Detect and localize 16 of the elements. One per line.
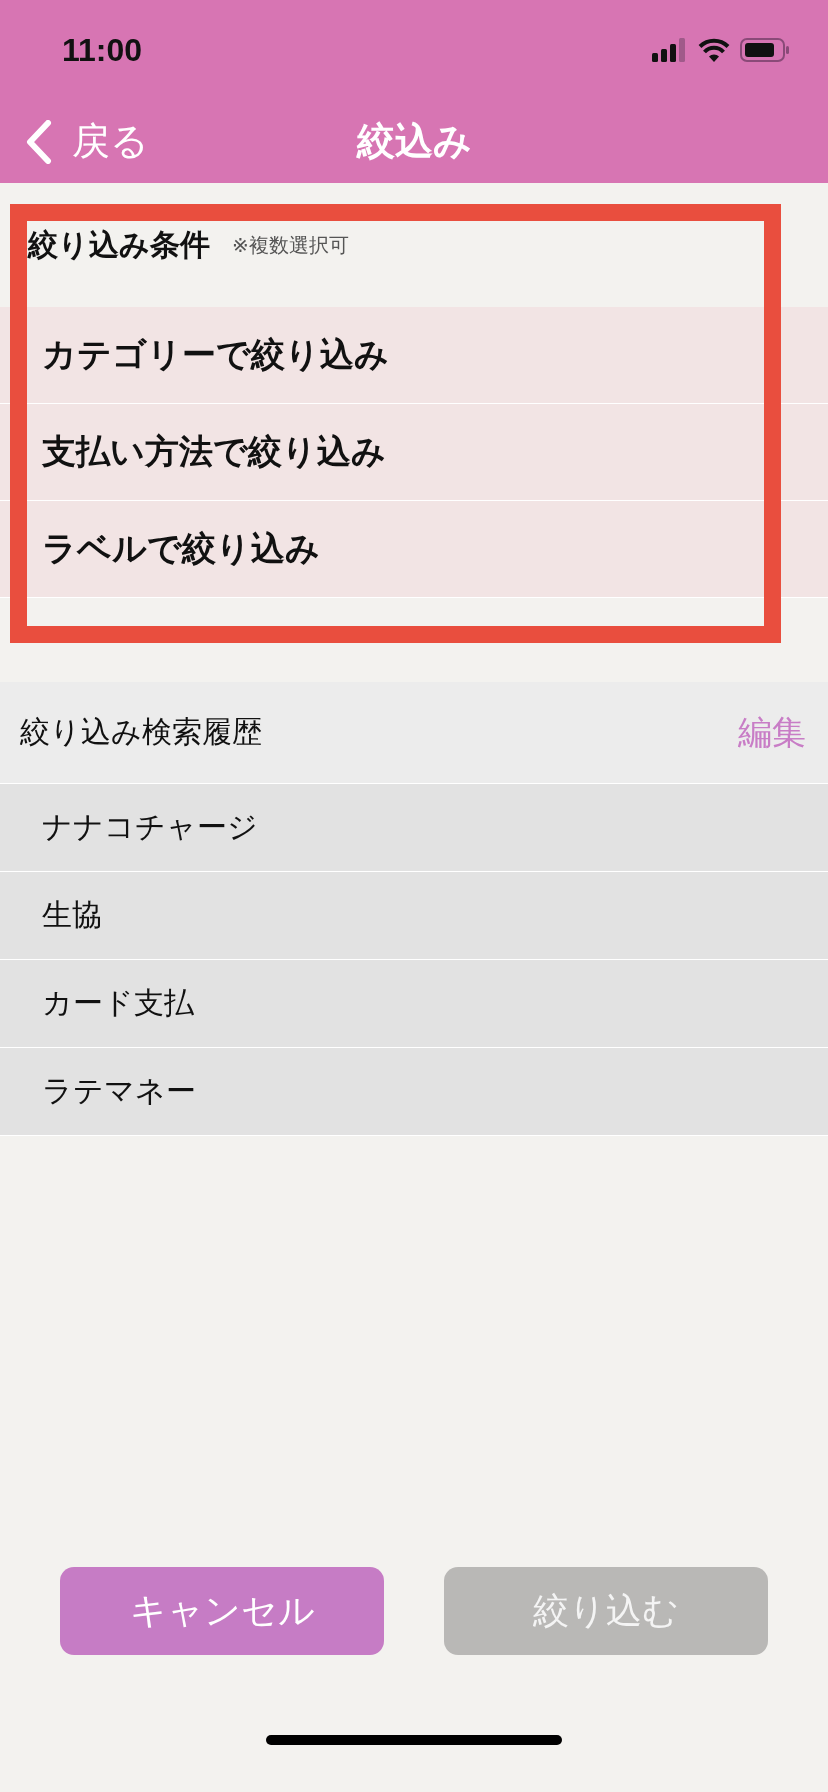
status-time: 11:00 [62, 31, 143, 69]
history-title: 絞り込み検索履歴 [20, 713, 262, 751]
signal-icon [652, 38, 688, 62]
filter-option[interactable]: 支払い方法で絞り込み [0, 404, 828, 501]
section-title: 絞り込み条件 [28, 225, 210, 264]
section-note: ※複数選択可 [232, 231, 349, 259]
battery-icon [740, 38, 790, 62]
history-item[interactable]: 生協 [0, 872, 828, 960]
screen-title: 絞込み [356, 118, 472, 165]
wifi-icon [698, 38, 730, 62]
history-item[interactable]: ラテマネー [0, 1048, 828, 1136]
history-item[interactable]: ナナコチャージ [0, 784, 828, 872]
filter-option[interactable]: ラベルで絞り込み [0, 501, 828, 598]
history-item[interactable]: カード支払 [0, 960, 828, 1048]
chevron-icon [26, 119, 52, 164]
filter-option[interactable]: カテゴリーで絞り込み [0, 307, 828, 404]
